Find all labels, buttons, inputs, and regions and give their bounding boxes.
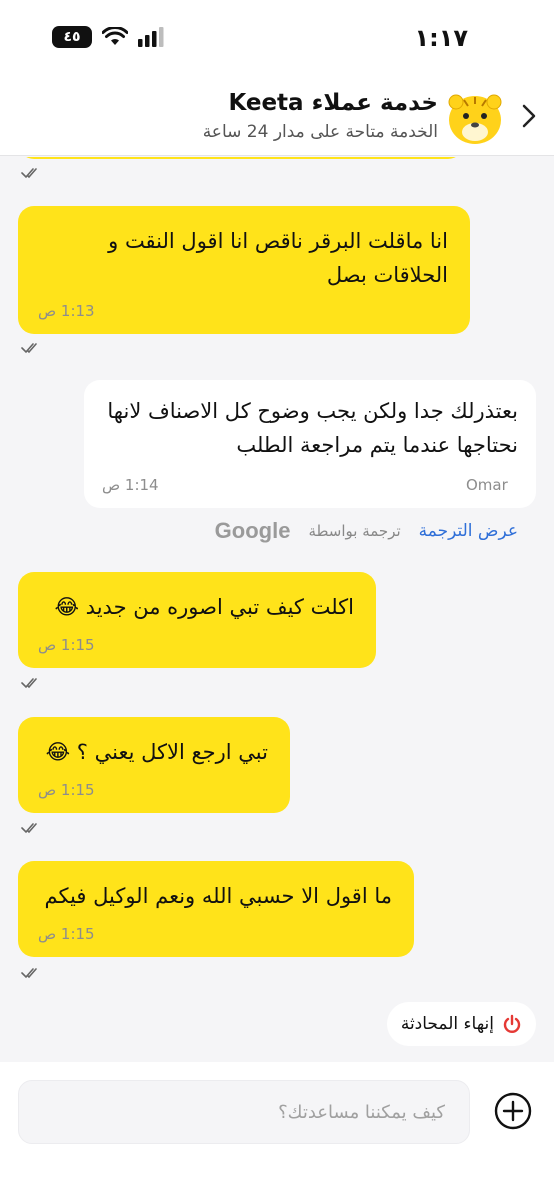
message-text: اكلت كيف تبي اصوره من جديد 😂 bbox=[54, 595, 354, 619]
double-check-icon bbox=[21, 678, 37, 689]
message-time: 1:14 ص bbox=[102, 476, 159, 494]
message-text: تبي ارجع الاكل يعني ؟ 😂 bbox=[45, 740, 268, 764]
translated-by-label: ترجمة بواسطة bbox=[308, 522, 401, 540]
message-text: بعتذرلك جدا ولكن يجب وضوح كل الاصناف لان… bbox=[107, 399, 518, 457]
show-translation-link[interactable]: عرض الترجمة bbox=[419, 521, 518, 541]
message-time: 1:15 ص bbox=[38, 781, 95, 799]
header-subtitle: الخدمة متاحة على مدار 24 ساعة bbox=[202, 122, 438, 142]
end-chat-label: إنهاء المحادثة bbox=[400, 1014, 494, 1034]
add-attachment-button[interactable] bbox=[494, 1092, 532, 1130]
outgoing-message[interactable]: انا ماقلت البرقر ناقص انا اقول النقت و ا… bbox=[18, 206, 470, 334]
back-button[interactable] bbox=[518, 100, 540, 132]
battery-level: ٤٥ bbox=[63, 29, 81, 45]
signal-icon bbox=[138, 27, 164, 47]
double-check-icon bbox=[21, 968, 37, 979]
double-check-icon bbox=[21, 823, 37, 834]
double-check-icon bbox=[21, 168, 37, 179]
chat-thread[interactable]: انا ماقلت البرقر ناقص انا اقول النقت و ا… bbox=[0, 157, 554, 1057]
mascot-avatar bbox=[448, 94, 502, 144]
status-bar: ٤٥ ١:١٧ bbox=[0, 0, 554, 72]
status-time: ١:١٧ bbox=[414, 24, 468, 52]
previous-message-bubble bbox=[18, 157, 464, 159]
message-time: 1:15 ص bbox=[38, 636, 95, 654]
chevron-right-icon bbox=[522, 104, 536, 128]
message-time: 1:15 ص bbox=[38, 925, 95, 943]
agent-name: Omar bbox=[466, 476, 508, 494]
message-text: ما اقول الا حسبي الله ونعم الوكيل فيكم bbox=[44, 884, 392, 908]
message-time: 1:13 ص bbox=[38, 302, 95, 320]
google-logo: Google bbox=[214, 518, 291, 543]
double-check-icon bbox=[21, 343, 37, 354]
battery-icon: ٤٥ bbox=[52, 26, 92, 48]
composer-bar bbox=[0, 1062, 554, 1200]
chat-header: خدمة عملاء Keeta الخدمة متاحة على مدار 2… bbox=[0, 72, 554, 156]
outgoing-message[interactable]: تبي ارجع الاكل يعني ؟ 😂 1:15 ص bbox=[18, 717, 290, 813]
translation-row: عرض الترجمة ترجمة بواسطة Google bbox=[215, 518, 518, 544]
outgoing-message[interactable]: ما اقول الا حسبي الله ونعم الوكيل فيكم 1… bbox=[18, 861, 414, 957]
status-icons: ٤٥ bbox=[52, 26, 164, 48]
incoming-message[interactable]: بعتذرلك جدا ولكن يجب وضوح كل الاصناف لان… bbox=[84, 380, 536, 508]
message-input[interactable] bbox=[18, 1080, 470, 1144]
end-chat-button[interactable]: إنهاء المحادثة bbox=[386, 1002, 536, 1046]
wifi-icon bbox=[102, 27, 128, 45]
header-title: خدمة عملاء Keeta bbox=[228, 90, 438, 116]
message-text: انا ماقلت البرقر ناقص انا اقول النقت و ا… bbox=[108, 229, 448, 287]
power-icon bbox=[503, 1014, 521, 1033]
outgoing-message[interactable]: اكلت كيف تبي اصوره من جديد 😂 1:15 ص bbox=[18, 572, 376, 668]
